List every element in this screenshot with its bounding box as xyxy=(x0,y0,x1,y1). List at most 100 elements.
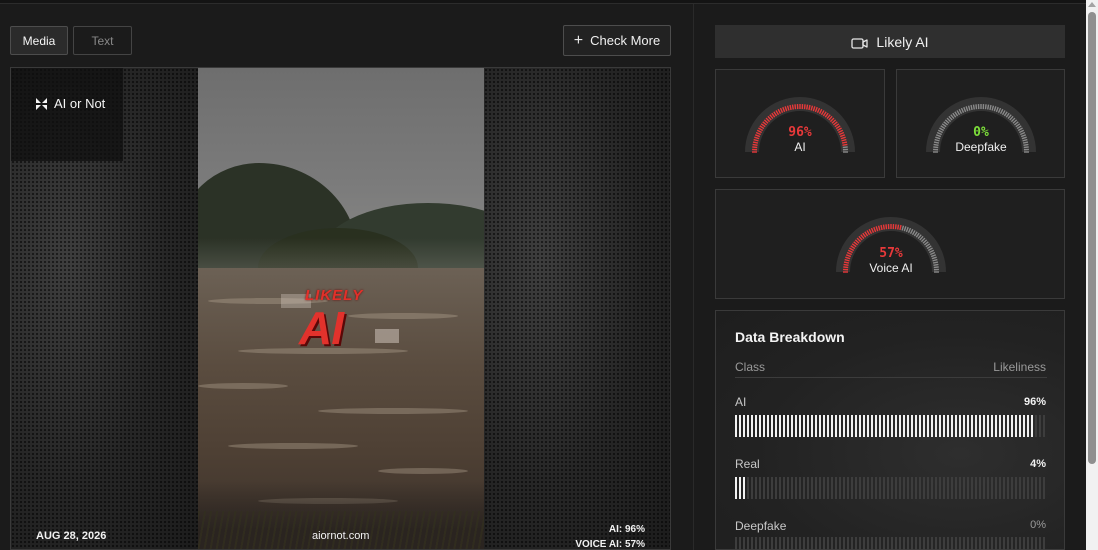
check-more-button[interactable]: + Check More xyxy=(563,25,671,56)
bar-tick xyxy=(799,477,801,499)
bar-tick xyxy=(999,415,1001,437)
bar-tick xyxy=(787,477,789,499)
bar-tick xyxy=(883,415,885,437)
bar-tick xyxy=(983,477,985,499)
bar-tick xyxy=(935,537,937,550)
bar-tick xyxy=(751,415,753,437)
breakdown-column-likeliness: Likeliness xyxy=(993,360,1046,374)
bar-tick xyxy=(939,537,941,550)
bar-tick xyxy=(827,537,829,550)
breakdown-row-deepfake-bar xyxy=(735,537,1047,550)
media-site: aiornot.com xyxy=(312,530,370,542)
bar-tick xyxy=(1043,415,1045,437)
bar-tick xyxy=(771,477,773,499)
tab-media[interactable]: Media xyxy=(10,26,68,55)
scroll-up-arrow-icon[interactable] xyxy=(1088,2,1096,7)
bar-tick xyxy=(787,537,789,550)
bar-tick xyxy=(1007,415,1009,437)
bar-tick xyxy=(783,537,785,550)
bar-tick xyxy=(803,537,805,550)
bar-tick xyxy=(991,415,993,437)
bar-tick xyxy=(1011,415,1013,437)
bar-tick xyxy=(763,537,765,550)
bar-tick xyxy=(851,477,853,499)
bar-tick xyxy=(1027,415,1029,437)
bar-tick xyxy=(871,415,873,437)
tab-text[interactable]: Text xyxy=(73,26,132,55)
bar-tick xyxy=(895,415,897,437)
bar-tick xyxy=(875,537,877,550)
bar-tick xyxy=(851,537,853,550)
bar-tick xyxy=(931,537,933,550)
bar-tick xyxy=(795,415,797,437)
breakdown-row-real-value: 4% xyxy=(1030,458,1046,470)
bar-tick xyxy=(863,537,865,550)
bar-tick xyxy=(863,415,865,437)
bar-tick xyxy=(943,537,945,550)
bar-tick xyxy=(795,537,797,550)
bar-tick xyxy=(947,477,949,499)
bar-tick xyxy=(739,477,741,499)
media-ai-score: AI: 96% xyxy=(608,524,645,535)
bar-tick xyxy=(895,537,897,550)
bar-tick xyxy=(955,477,957,499)
bar-tick xyxy=(823,477,825,499)
bar-tick xyxy=(887,477,889,499)
bar-tick xyxy=(959,415,961,437)
scroll-thumb[interactable] xyxy=(1088,12,1096,464)
bar-tick xyxy=(891,537,893,550)
bar-tick xyxy=(1035,477,1037,499)
bar-tick xyxy=(1027,477,1029,499)
bar-tick xyxy=(1027,537,1029,550)
gauge-deepfake-value: 0% xyxy=(973,125,989,140)
bar-tick xyxy=(815,537,817,550)
bar-tick xyxy=(735,537,737,550)
bar-tick xyxy=(791,415,793,437)
bar-tick xyxy=(1039,415,1041,437)
bar-tick xyxy=(743,415,745,437)
bar-tick xyxy=(807,415,809,437)
bar-tick xyxy=(995,415,997,437)
bar-tick xyxy=(763,415,765,437)
bar-tick xyxy=(911,477,913,499)
bar-tick xyxy=(907,477,909,499)
bar-tick xyxy=(923,477,925,499)
data-breakdown-panel: Data Breakdown Class Likeliness AI 96% R… xyxy=(715,310,1065,550)
breakdown-row-real-label: Real xyxy=(735,457,760,471)
bar-tick xyxy=(803,415,805,437)
bar-tick xyxy=(879,415,881,437)
bar-tick xyxy=(891,415,893,437)
bar-tick xyxy=(867,537,869,550)
page-scrollbar[interactable] xyxy=(1086,0,1098,550)
gauge-ai: 96% AI xyxy=(741,94,859,156)
bar-tick xyxy=(771,537,773,550)
bar-tick xyxy=(763,477,765,499)
bar-tick xyxy=(803,477,805,499)
bar-tick xyxy=(819,477,821,499)
bar-tick xyxy=(915,415,917,437)
bar-tick xyxy=(1043,477,1045,499)
bar-tick xyxy=(827,415,829,437)
bar-tick xyxy=(819,415,821,437)
bar-tick xyxy=(855,537,857,550)
bar-tick xyxy=(927,415,929,437)
breakdown-divider xyxy=(735,377,1047,378)
bar-tick xyxy=(839,477,841,499)
bar-tick xyxy=(863,477,865,499)
bar-tick xyxy=(1003,537,1005,550)
top-border xyxy=(0,0,1086,4)
bar-tick xyxy=(959,537,961,550)
bar-tick xyxy=(851,415,853,437)
breakdown-row-ai-bar xyxy=(735,415,1047,437)
bar-tick xyxy=(963,537,965,550)
bar-tick xyxy=(963,477,965,499)
bar-tick xyxy=(971,477,973,499)
bar-tick xyxy=(843,415,845,437)
bar-tick xyxy=(1007,477,1009,499)
breakdown-row-real-bar xyxy=(735,477,1047,499)
bar-tick xyxy=(799,415,801,437)
bar-tick xyxy=(847,477,849,499)
bar-tick xyxy=(779,477,781,499)
bar-tick xyxy=(747,415,749,437)
bar-tick xyxy=(991,477,993,499)
